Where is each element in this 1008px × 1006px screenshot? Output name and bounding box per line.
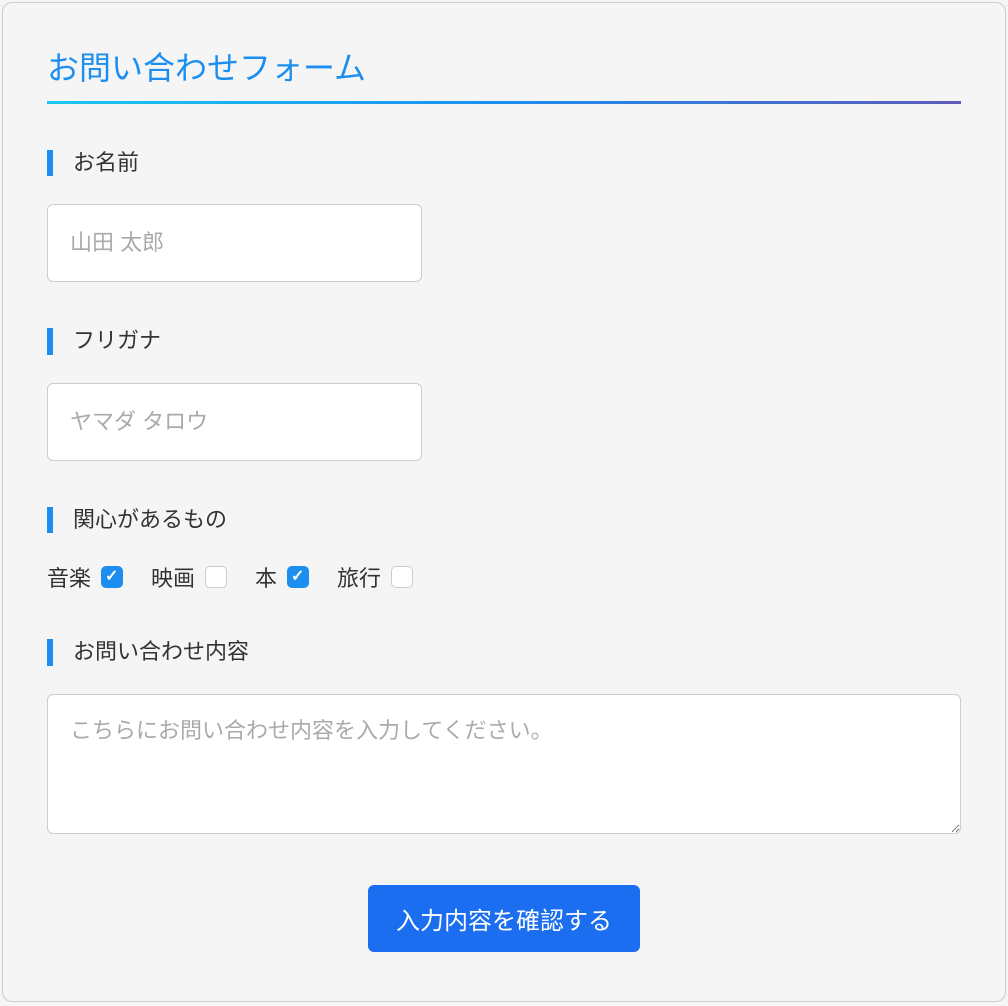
interest-option-label: 音楽 — [47, 561, 91, 593]
interest-option-movie[interactable]: 映画 — [151, 561, 227, 593]
interest-checkbox-movie[interactable] — [205, 566, 227, 588]
interest-option-label: 本 — [255, 561, 277, 593]
submit-button[interactable]: 入力内容を確認する — [368, 885, 640, 952]
inquiry-textarea[interactable] — [47, 694, 961, 834]
inquiry-label: お問い合わせ内容 — [47, 639, 961, 665]
name-label: お名前 — [47, 150, 961, 176]
interests-field: 関心があるもの 音楽 映画 本 旅行 — [47, 507, 961, 593]
furigana-field: フリガナ — [47, 328, 961, 460]
interest-option-book[interactable]: 本 — [255, 561, 309, 593]
furigana-input[interactable] — [47, 383, 422, 461]
form-title: お問い合わせフォーム — [47, 43, 961, 104]
interest-checkbox-travel[interactable] — [391, 566, 413, 588]
contact-form-container: お問い合わせフォーム お名前 フリガナ 関心があるもの 音楽 映画 本 旅行 — [2, 2, 1006, 1002]
interest-checkbox-music[interactable] — [101, 566, 123, 588]
submit-row: 入力内容を確認する — [47, 885, 961, 952]
interest-checkbox-book[interactable] — [287, 566, 309, 588]
interest-option-label: 映画 — [151, 561, 195, 593]
interest-option-label: 旅行 — [337, 561, 381, 593]
name-field: お名前 — [47, 150, 961, 282]
name-input[interactable] — [47, 204, 422, 282]
interests-checkbox-group: 音楽 映画 本 旅行 — [47, 561, 961, 593]
inquiry-field: お問い合わせ内容 — [47, 639, 961, 838]
interests-label: 関心があるもの — [47, 507, 961, 533]
interest-option-music[interactable]: 音楽 — [47, 561, 123, 593]
interest-option-travel[interactable]: 旅行 — [337, 561, 413, 593]
furigana-label: フリガナ — [47, 328, 961, 354]
